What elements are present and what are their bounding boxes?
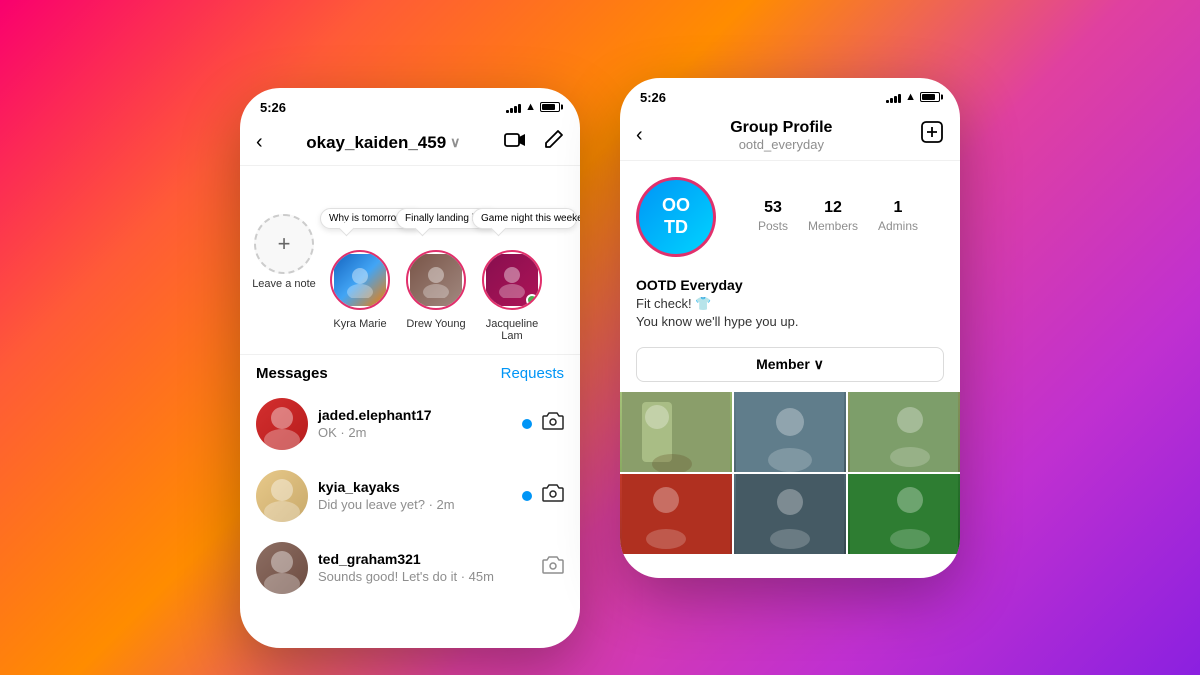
ted-username: ted_graham321: [318, 551, 512, 567]
story-item-leave-note[interactable]: + Leave a note: [252, 214, 316, 342]
header-icons: [504, 129, 564, 157]
kyia-content: kyia_kayaks Did you leave yet? · 2m: [318, 479, 512, 512]
stories-section: + Leave a note Why is tomorrow Monday!?😩…: [240, 166, 580, 355]
stories-row: + Leave a note Why is tomorrow Monday!?😩…: [240, 202, 580, 355]
drew-name: Drew Young: [406, 318, 465, 330]
group-bio: OOTD Everyday Fit check! 👕 You know we'l…: [620, 273, 960, 341]
no-unread-spacer: [522, 563, 532, 573]
wifi-icon-right: ▲: [905, 91, 916, 103]
status-bar-left: 5:26 ▲: [240, 88, 580, 121]
photo-cell-1[interactable]: [620, 392, 732, 472]
kyia-avatar: [256, 470, 308, 522]
member-button[interactable]: Member ∨: [636, 347, 944, 382]
stat-posts: 53 Posts: [758, 199, 788, 235]
group-bio-line2: You know we'll hype you up.: [636, 313, 944, 331]
group-avatar: OOTD: [636, 177, 716, 257]
photo-cell-4[interactable]: [620, 474, 732, 554]
phone-left: 5:26 ▲ ‹ okay_kaiden_459 ∨: [240, 88, 580, 648]
online-indicator: [526, 294, 538, 306]
kyra-avatar: [330, 250, 390, 310]
group-profile-title: Group Profile: [643, 119, 920, 137]
time-left: 5:26: [260, 100, 286, 115]
posts-label: Posts: [758, 219, 788, 233]
kyia-preview: Did you leave yet? · 2m: [318, 497, 512, 512]
status-icons-left: ▲: [506, 101, 560, 113]
photo-row-2: [620, 474, 960, 554]
jacq-note-bubble: Game night this weekend? 🎱: [472, 208, 577, 229]
photo-cell-3[interactable]: [848, 392, 960, 472]
admins-count: 1: [878, 199, 918, 217]
story-item-jacqueline[interactable]: Game night this weekend? 🎱 Jacqueline La…: [480, 214, 544, 342]
story-item-kyra[interactable]: Why is tomorrow Monday!?😩 Kyra Marie: [328, 214, 392, 342]
chevron-down-icon: ∨: [450, 134, 460, 151]
video-icon[interactable]: [504, 131, 526, 154]
ted-avatar: [256, 542, 308, 594]
group-bio-line1: Fit check! 👕: [636, 295, 944, 313]
status-bar-right: 5:26 ▲: [620, 78, 960, 111]
back-button[interactable]: ‹: [256, 131, 263, 154]
group-profile-subtitle: ootd_everyday: [643, 137, 920, 152]
stat-members: 12 Members: [808, 199, 858, 235]
add-note-avatar: +: [254, 214, 314, 274]
message-item-jaded[interactable]: jaded.elephant17 OK · 2m: [240, 388, 580, 460]
photo-cell-6[interactable]: [848, 474, 960, 554]
stat-admins: 1 Admins: [878, 199, 918, 235]
posts-count: 53: [758, 199, 788, 217]
leave-note-label: Leave a note: [252, 278, 316, 290]
messages-label: Messages: [256, 365, 328, 382]
header-username[interactable]: okay_kaiden_459 ∨: [306, 133, 460, 153]
camera-icon-jaded[interactable]: [542, 412, 564, 436]
requests-button[interactable]: Requests: [501, 365, 564, 382]
jaded-avatar: [256, 398, 308, 450]
signal-icon-right: [886, 92, 901, 103]
jaded-content: jaded.elephant17 OK · 2m: [318, 407, 512, 440]
ted-preview: Sounds good! Let's do it · 45m: [318, 569, 512, 584]
photo-cell-5[interactable]: [734, 474, 846, 554]
add-group-button[interactable]: [920, 120, 944, 150]
jacq-name: Jacqueline Lam: [480, 318, 544, 342]
photo-grid: [620, 392, 960, 554]
group-info: OOTD 53 Posts 12 Members 1 Admins: [620, 161, 960, 273]
message-item-ted[interactable]: ted_graham321 Sounds good! Let's do it ·…: [240, 532, 580, 604]
admins-label: Admins: [878, 219, 918, 233]
jaded-preview: OK · 2m: [318, 425, 512, 440]
status-icons-right: ▲: [886, 91, 940, 103]
jaded-username: jaded.elephant17: [318, 407, 512, 423]
group-header: ‹ Group Profile ootd_everyday: [620, 111, 960, 161]
story-item-drew[interactable]: Finally landing in NYC! ❤️ Drew Young: [404, 214, 468, 342]
drew-avatar: [406, 250, 466, 310]
members-label: Members: [808, 219, 858, 233]
compose-icon[interactable]: [542, 129, 564, 157]
unread-dot-kyia: [522, 491, 532, 501]
wifi-icon: ▲: [525, 101, 536, 113]
group-stats: 53 Posts 12 Members 1 Admins: [732, 199, 944, 235]
phone-right: 5:26 ▲ ‹ Group Profile ootd_everyday: [620, 78, 960, 578]
messages-header: Messages Requests: [240, 355, 580, 388]
battery-icon-right: [920, 92, 940, 102]
group-header-center: Group Profile ootd_everyday: [643, 119, 920, 152]
unread-dot-jaded: [522, 419, 532, 429]
group-name: OOTD Everyday: [636, 277, 944, 293]
kyra-name: Kyra Marie: [333, 318, 386, 330]
group-back-button[interactable]: ‹: [636, 124, 643, 147]
camera-icon-kyia[interactable]: [542, 484, 564, 508]
photo-row-1: [620, 392, 960, 472]
header-left: ‹ okay_kaiden_459 ∨: [240, 121, 580, 166]
photo-cell-2[interactable]: [734, 392, 846, 472]
jacq-avatar: [482, 250, 542, 310]
ted-content: ted_graham321 Sounds good! Let's do it ·…: [318, 551, 512, 584]
message-item-kyia[interactable]: kyia_kayaks Did you leave yet? · 2m: [240, 460, 580, 532]
members-count: 12: [808, 199, 858, 217]
signal-icon: [506, 102, 521, 113]
battery-icon: [540, 102, 560, 112]
time-right: 5:26: [640, 90, 666, 105]
camera-icon-ted[interactable]: [542, 556, 564, 580]
kyia-username: kyia_kayaks: [318, 479, 512, 495]
